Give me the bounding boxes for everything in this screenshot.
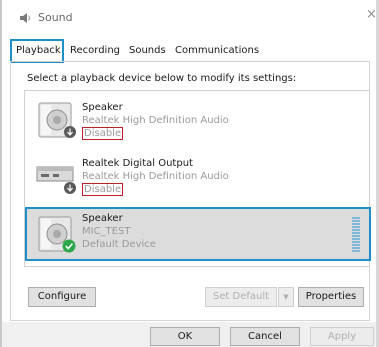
tab-sounds[interactable]: Sounds [125, 40, 173, 61]
speaker-icon [38, 216, 76, 253]
window-left-edge [0, 0, 2, 347]
configure-button[interactable]: Configure [28, 287, 96, 307]
set-default-button[interactable]: Set Default [205, 287, 277, 307]
speaker-icon [38, 102, 76, 138]
device-name: Realtek Digital Output [82, 158, 193, 169]
default-check-icon [62, 239, 76, 253]
volume-level-meter [352, 217, 360, 252]
set-default-dropdown-button[interactable]: ▼ [278, 287, 294, 307]
tab-communications[interactable]: Communications [171, 40, 259, 61]
status-badge: Disable [82, 183, 124, 196]
device-name: Speaker [82, 102, 123, 113]
device-driver: Realtek High Definition Audio [82, 171, 229, 182]
device-status: Default Device [82, 239, 156, 250]
tab-recording[interactable]: Recording [66, 40, 126, 61]
device-item-digital-output[interactable]: Realtek Digital Output Realtek High Defi… [25, 153, 369, 207]
device-status: Disable [82, 183, 124, 196]
dialog-footer: OK Cancel Apply [2, 322, 376, 347]
device-driver: MIC_TEST [82, 226, 131, 237]
ok-button[interactable]: OK [150, 327, 220, 346]
cancel-button[interactable]: Cancel [230, 327, 300, 346]
chevron-down-icon: ▼ [283, 293, 289, 301]
tab-playback[interactable]: Playback [10, 39, 64, 63]
apply-button[interactable]: Apply [310, 327, 374, 346]
properties-button[interactable]: Properties [298, 287, 364, 307]
device-item-speaker-default[interactable]: Speaker MIC_TEST Default Device [25, 207, 371, 261]
title-bar: Sound × [2, 0, 377, 36]
device-item-speaker[interactable]: Speaker Realtek High Definition Audio Di… [25, 97, 369, 153]
close-icon[interactable]: × [366, 7, 377, 22]
instruction-text: Select a playback device below to modify… [27, 73, 297, 84]
window-title: Sound [38, 11, 73, 24]
sound-app-icon [20, 13, 30, 23]
status-badge: Disable [82, 127, 124, 140]
device-driver: Realtek High Definition Audio [82, 115, 229, 126]
device-status: Disable [82, 127, 124, 140]
device-name: Speaker [82, 213, 123, 224]
playback-device-list[interactable]: Speaker Realtek High Definition Audio Di… [24, 90, 371, 267]
digital-output-icon [36, 166, 76, 194]
